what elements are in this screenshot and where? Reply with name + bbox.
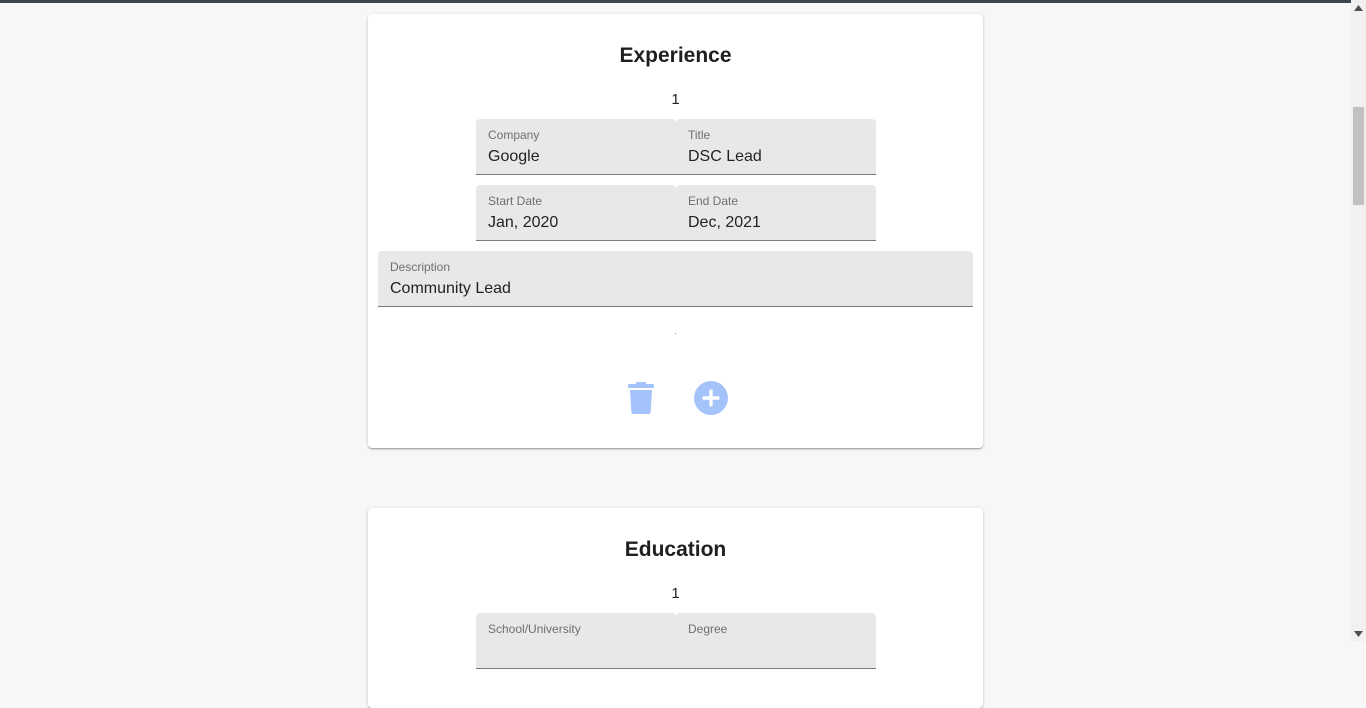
top-strip	[0, 0, 1351, 3]
vertical-scrollbar[interactable]	[1351, 0, 1366, 641]
scroll-up-arrow-icon[interactable]	[1351, 0, 1366, 15]
end-date-field[interactable]: End Date Dec, 2021	[676, 185, 876, 241]
degree-label: Degree	[688, 622, 728, 636]
delete-experience-button[interactable]	[628, 382, 654, 414]
company-value[interactable]: Google	[488, 147, 664, 167]
description-value[interactable]: Community Lead	[390, 279, 961, 299]
start-date-value[interactable]: Jan, 2020	[488, 213, 664, 233]
trash-icon	[628, 382, 654, 414]
start-date-field[interactable]: Start Date Jan, 2020	[476, 185, 676, 241]
title-label: Title	[688, 128, 711, 142]
experience-title: Experience	[619, 44, 732, 67]
end-date-label: End Date	[688, 194, 739, 208]
company-label: Company	[488, 128, 540, 142]
experience-entry-number: 1	[671, 91, 680, 108]
degree-field[interactable]: Degree	[676, 613, 876, 669]
scroll-down-arrow-icon[interactable]	[1351, 626, 1366, 641]
company-field[interactable]: Company Google	[476, 119, 676, 175]
education-entry-number: 1	[671, 585, 680, 602]
education-title: Education	[624, 538, 727, 561]
end-date-value[interactable]: Dec, 2021	[688, 213, 864, 233]
scrollbar-thumb[interactable]	[1353, 107, 1364, 205]
education-card: Education 1 School/University Degree	[368, 508, 983, 708]
title-value[interactable]: DSC Lead	[688, 147, 864, 167]
plus-circle-icon	[694, 381, 728, 415]
start-date-label: Start Date	[488, 194, 543, 208]
title-field[interactable]: Title DSC Lead	[676, 119, 876, 175]
separator-dot	[675, 333, 676, 334]
experience-card: Experience 1 Company Google Title DSC Le…	[368, 14, 983, 448]
add-experience-button[interactable]	[694, 381, 728, 415]
school-field[interactable]: School/University	[476, 613, 676, 669]
school-label: School/University	[488, 622, 581, 636]
description-label: Description	[390, 260, 451, 274]
description-field[interactable]: Description Community Lead	[378, 251, 973, 307]
